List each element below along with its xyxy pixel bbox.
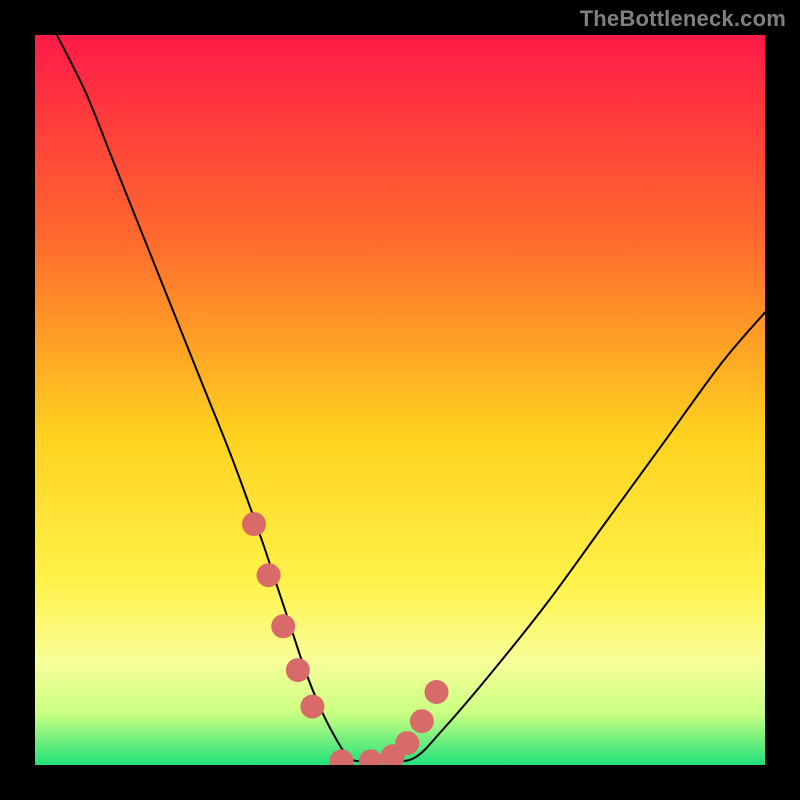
highlight-dot: [271, 614, 295, 638]
highlight-dot: [425, 680, 449, 704]
bottleneck-chart: [35, 35, 765, 765]
highlight-dot: [395, 731, 419, 755]
watermark-label: TheBottleneck.com: [580, 6, 786, 32]
highlight-dot: [410, 709, 434, 733]
highlight-dot: [300, 695, 324, 719]
highlight-dot: [286, 658, 310, 682]
highlight-dot: [242, 512, 266, 536]
highlight-dot: [257, 563, 281, 587]
chart-frame: TheBottleneck.com: [0, 0, 800, 800]
plot-background: [35, 35, 765, 765]
